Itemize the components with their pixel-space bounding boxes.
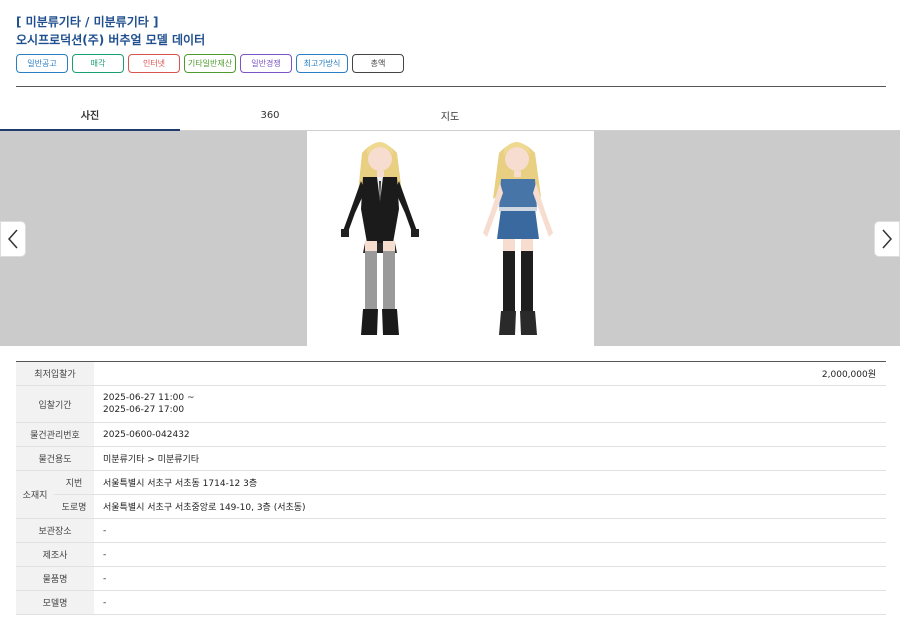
table-row: 물건관리번호 2025-0600-042432: [16, 422, 886, 447]
road-address-label: 도로명: [54, 494, 94, 519]
bid-period-start: 2025-06-27 11:00 ~: [103, 393, 195, 403]
table-row: 제조사 -: [16, 542, 886, 567]
table-row: 물건용도 미분류기타 > 미분류기타: [16, 446, 886, 471]
tab-bar: 사진 360 지도: [0, 100, 900, 131]
details-table: 최저입찰가 2,000,000원 입찰기간 2025-06-27 11:00 ~…: [16, 361, 886, 615]
tab-photo[interactable]: 사진: [0, 100, 180, 131]
model-name-label: 모델명: [16, 590, 94, 615]
tag-list: 일반공고 매각 인터넷 기타일반재산 일반경쟁 최고가방식 총액: [16, 54, 886, 73]
tag-button[interactable]: 인터넷: [128, 54, 180, 73]
tag-button[interactable]: 매각: [72, 54, 124, 73]
bid-period-value: 2025-06-27 11:00 ~ 2025-06-27 17:00: [94, 385, 886, 423]
character-models-image: [341, 142, 553, 335]
table-row: 도로명 서울특별시 서초구 서초중앙로 149-10, 3층 (서초동): [16, 494, 886, 519]
tag-button[interactable]: 일반경쟁: [240, 54, 292, 73]
product-photo: [307, 131, 594, 346]
item-usage-label: 물건용도: [16, 446, 94, 471]
table-row: 최저입찰가 2,000,000원: [16, 361, 886, 386]
prev-photo-button[interactable]: [0, 221, 26, 257]
location-label: 소재지: [16, 470, 54, 519]
model-name-value: -: [94, 590, 886, 615]
next-photo-button[interactable]: [874, 221, 900, 257]
min-bid-value: 2,000,000원: [94, 361, 886, 386]
table-row: 입찰기간 2025-06-27 11:00 ~ 2025-06-27 17:00: [16, 385, 886, 423]
tab-map[interactable]: 지도: [360, 100, 540, 130]
table-row: 보관장소 -: [16, 518, 886, 543]
page-title: 오시프로덕션(주) 버추얼 모델 데이터: [16, 33, 206, 47]
header: [ 미분류기타 / 미분류기타 ] 오시프로덕션(주) 버추얼 모델 데이터 일…: [16, 14, 886, 73]
item-number-label: 물건관리번호: [16, 422, 94, 447]
product-name-label: 물품명: [16, 566, 94, 591]
tag-button[interactable]: 총액: [352, 54, 404, 73]
bid-period-end: 2025-06-27 17:00: [103, 405, 185, 415]
table-row: 소재지 지번 서울특별시 서초구 서초동 1714-12 3층: [16, 470, 886, 519]
maker-label: 제조사: [16, 542, 94, 567]
table-row: 물품명 -: [16, 566, 886, 591]
product-name-value: -: [94, 566, 886, 591]
lot-address-value: 서울특별시 서초구 서초동 1714-12 3층: [94, 470, 886, 495]
tab-360[interactable]: 360: [180, 100, 360, 130]
header-divider: [16, 86, 886, 87]
tag-button[interactable]: 최고가방식: [296, 54, 348, 73]
storage-value: -: [94, 518, 886, 543]
photo-gallery: [0, 131, 900, 346]
storage-label: 보관장소: [16, 518, 94, 543]
tag-button[interactable]: 일반공고: [16, 54, 68, 73]
bid-period-label: 입찰기간: [16, 385, 94, 423]
maker-value: -: [94, 542, 886, 567]
chevron-right-icon: [882, 229, 893, 249]
category-breadcrumb: [ 미분류기타 / 미분류기타 ]: [16, 15, 159, 29]
min-bid-label: 최저입찰가: [16, 361, 94, 386]
table-row: 모델명 -: [16, 590, 886, 615]
character-denim-outfit: [483, 142, 553, 335]
tag-button[interactable]: 기타일반재산: [184, 54, 236, 73]
chevron-left-icon: [7, 229, 18, 249]
lot-address-label: 지번: [54, 470, 94, 495]
character-black-outfit: [341, 142, 419, 335]
road-address-value: 서울특별시 서초구 서초중앙로 149-10, 3층 (서초동): [94, 494, 886, 519]
item-number-value: 2025-0600-042432: [94, 422, 886, 447]
item-usage-value: 미분류기타 > 미분류기타: [94, 446, 886, 471]
